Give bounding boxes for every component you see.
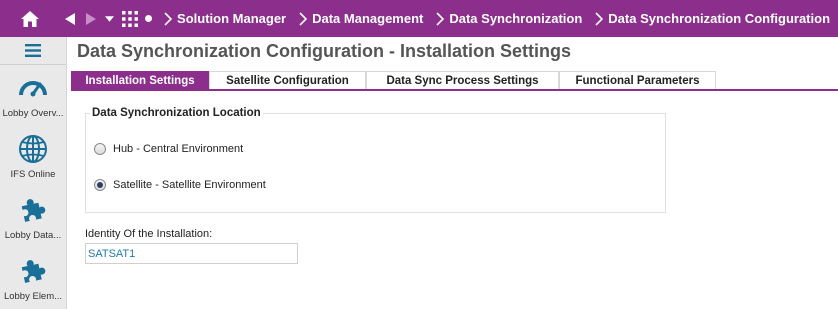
chevron-right-icon [431,11,449,26]
radio-label[interactable]: Hub - Central Environment [113,143,243,155]
location-group: Data Synchronization Location Hub - Cent… [85,107,666,213]
top-bar: Solution Manager Data Management Data Sy… [0,0,838,37]
history-dropdown-button[interactable] [102,0,118,37]
gauge-icon [19,80,47,96]
sidebar-item-ifs-online[interactable]: IFS Online [0,126,66,187]
current-page-dot[interactable] [139,15,157,22]
forward-arrow-icon [86,12,97,25]
identity-field[interactable] [85,243,298,264]
radio-label[interactable]: Satellite - Satellite Environment [113,179,266,191]
group-title: Data Synchronization Location [90,107,263,119]
breadcrumb-item[interactable]: Solution Manager [159,11,294,26]
breadcrumb-label[interactable]: Data Synchronization [449,11,582,26]
sidebar-item-lobby-elements[interactable]: Lobby Elem... [0,248,66,309]
apps-grid-icon [121,10,138,27]
forward-button[interactable] [81,0,102,37]
page-title: Data Synchronization Configuration - Ins… [77,41,572,61]
radio-button[interactable] [94,143,106,155]
home-button[interactable] [0,0,59,37]
tab-functional-parameters[interactable]: Functional Parameters [559,71,716,89]
chevron-right-icon [159,11,177,26]
sidebar-item-label: Lobby Data... [4,229,62,241]
back-button[interactable] [59,0,80,37]
tab-data-sync-process-settings[interactable]: Data Sync Process Settings [366,71,559,89]
sidebar-item-label: Lobby Elem... [3,290,63,302]
breadcrumb: Solution Manager Data Management Data Sy… [159,11,838,26]
tab-installation-settings[interactable]: Installation Settings [71,71,209,90]
sidebar-item-lobby-data[interactable]: Lobby Data... [0,187,66,248]
radio-hub-option[interactable]: Hub - Central Environment [94,143,243,155]
chevron-right-icon [590,11,608,26]
puzzle-icon [21,198,46,222]
menu-button[interactable] [0,37,66,65]
chevron-right-icon [294,11,312,26]
breadcrumb-label[interactable]: Solution Manager [177,11,286,26]
identity-field-label: Identity Of the Installation: [85,228,213,240]
breadcrumb-label[interactable]: Data Management [312,11,423,26]
radio-satellite-option[interactable]: Satellite - Satellite Environment [94,179,266,191]
home-icon [20,10,39,27]
breadcrumb-label[interactable]: Data Synchronization Configuration [608,11,830,26]
tab-satellite-configuration[interactable]: Satellite Configuration [209,71,366,89]
tab-bar: Installation Settings Satellite Configur… [71,71,838,91]
breadcrumb-item[interactable]: Data Synchronization [431,11,590,26]
apps-button[interactable] [120,0,139,37]
radio-button[interactable] [94,179,106,191]
hamburger-icon [25,44,41,57]
dropdown-icon [105,15,115,22]
breadcrumb-item[interactable]: Data Synchronization Configuration [590,11,838,26]
sidebar: Lobby Overv... IFS Online Lobby Data... … [0,37,67,309]
breadcrumb-item[interactable]: Data Management [294,11,431,26]
dot-icon [144,15,152,22]
sidebar-item-label: IFS Online [10,168,56,180]
back-arrow-icon [64,12,75,25]
puzzle-icon [21,259,46,283]
globe-icon [19,134,47,163]
sidebar-item-lobby-overview[interactable]: Lobby Overv... [0,65,66,126]
sidebar-item-label: Lobby Overv... [2,107,64,119]
main-content: Data Synchronization Configuration - Ins… [68,37,838,309]
